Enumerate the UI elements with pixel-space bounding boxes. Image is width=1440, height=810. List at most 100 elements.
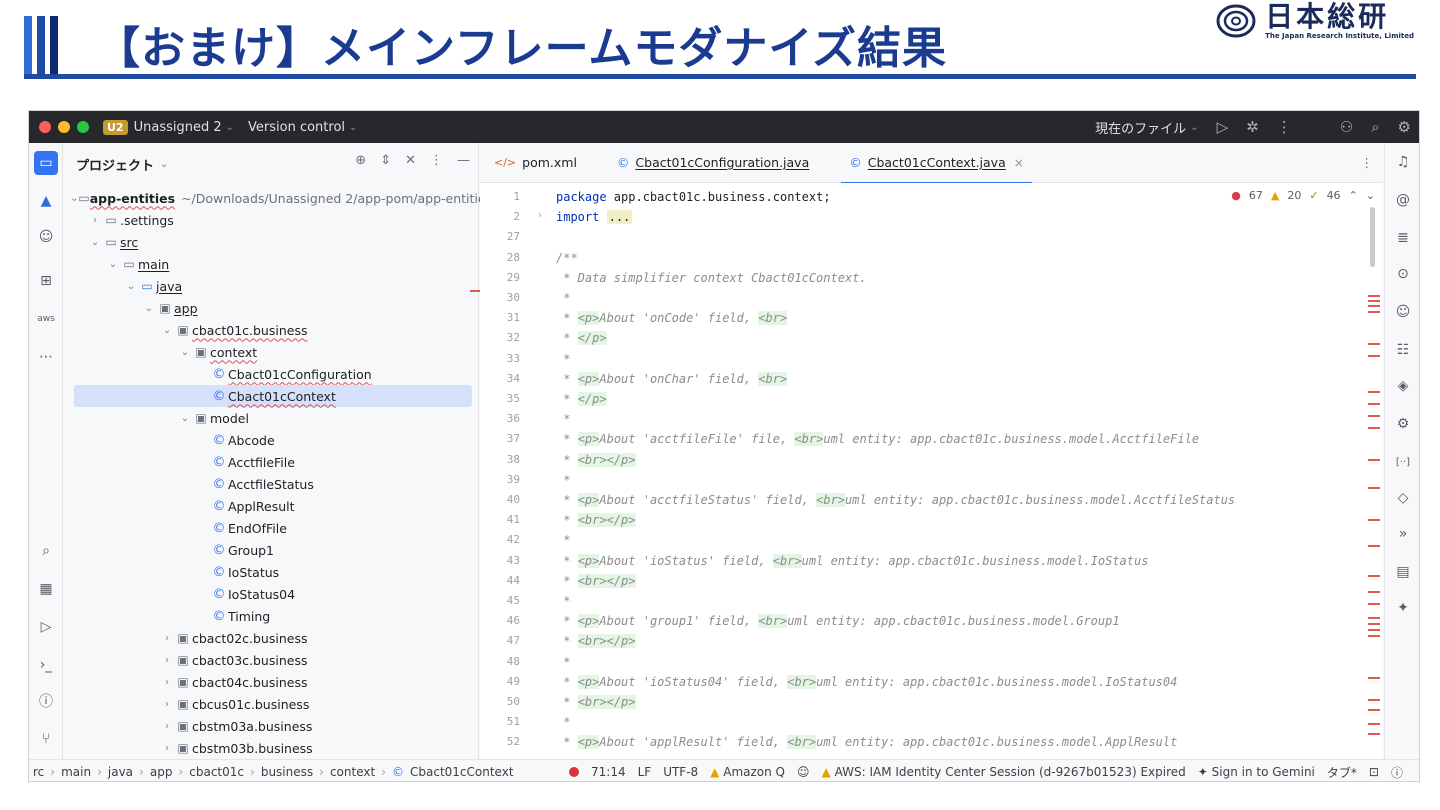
code-line[interactable]: * xyxy=(556,288,570,308)
layers-icon[interactable]: ◈ xyxy=(1392,375,1414,397)
project-tool-icon[interactable]: ▭ xyxy=(34,151,58,175)
error-stripe-mark[interactable] xyxy=(1368,545,1380,547)
error-stripe-mark[interactable] xyxy=(1368,723,1380,725)
tree-item-cbact01cconfiguration[interactable]: © Cbact01cConfiguration xyxy=(64,363,478,385)
tree-item-src[interactable]: ⌄ ▭ src xyxy=(64,231,478,253)
error-stripe-mark[interactable] xyxy=(1368,617,1380,619)
code-line[interactable]: * xyxy=(556,409,570,429)
sparkle-icon[interactable]: ✦ xyxy=(1392,597,1414,619)
error-stripe-mark[interactable] xyxy=(1368,355,1380,357)
bracket-icon[interactable]: [··] xyxy=(1392,451,1414,473)
run-config-selector[interactable]: 現在のファイル ⌄ xyxy=(1095,118,1198,137)
error-stripe-mark[interactable] xyxy=(1368,623,1380,625)
tree-item-class[interactable]: © Group1 xyxy=(64,539,478,561)
database-icon[interactable]: ☷ xyxy=(1392,339,1414,361)
copilot-icon[interactable]: ☺ xyxy=(34,225,58,249)
breadcrumb-item[interactable]: main xyxy=(61,765,91,779)
error-stripe-mark[interactable] xyxy=(1368,487,1380,489)
chevron-up-icon[interactable]: ⌃ xyxy=(1349,189,1358,202)
error-stripe-mark[interactable] xyxy=(1368,699,1380,701)
tree-item-settings[interactable]: › ▭ .settings xyxy=(64,209,478,231)
tree-item-app[interactable]: ⌄ ▣ app xyxy=(64,297,478,319)
code-line[interactable]: * </p> xyxy=(556,328,607,348)
ai-assistant-icon[interactable]: @ xyxy=(1392,189,1414,211)
minimize-window-button[interactable] xyxy=(58,121,70,133)
tree-item-model[interactable]: ⌄ ▣ model xyxy=(64,407,478,429)
debug-icon[interactable]: ✲ xyxy=(1246,118,1259,136)
code-line[interactable]: * <br></p> xyxy=(556,510,636,530)
add-user-icon[interactable]: ⚇ xyxy=(1340,118,1353,136)
tree-item-cbact01c-business[interactable]: ⌄ ▣ cbact01c.business xyxy=(64,319,478,341)
more-actions-icon[interactable]: ⋮ xyxy=(1277,118,1292,136)
error-stripe-mark[interactable] xyxy=(1368,305,1380,307)
project-selector[interactable]: Unassigned 2 ⌄ xyxy=(134,120,234,135)
error-stripe-mark[interactable] xyxy=(1368,459,1380,461)
notifications-icon[interactable]: ♫ xyxy=(1392,151,1414,173)
error-stripe-mark[interactable] xyxy=(1368,575,1380,577)
close-window-button[interactable] xyxy=(39,121,51,133)
gradle-icon[interactable]: ≣ xyxy=(1392,227,1414,249)
code-line[interactable]: * Data simplifier context Cbact01cContex… xyxy=(556,268,866,288)
aws-toolkit-icon[interactable]: ▲ xyxy=(34,189,58,213)
code-line[interactable]: * <p>About 'ioStatus04' field, <br>uml e… xyxy=(556,672,1177,692)
code-line[interactable]: * <p>About 'applResult' field, <br>uml e… xyxy=(556,732,1177,752)
git-icon[interactable]: ⑂ xyxy=(34,727,58,751)
error-stripe-mark[interactable] xyxy=(1368,311,1380,313)
run-icon[interactable]: ▷ xyxy=(1217,118,1229,136)
code-line[interactable]: * <br></p> xyxy=(556,450,636,470)
code-line[interactable]: * <br></p> xyxy=(556,692,636,712)
tree-item-package[interactable]: › ▣ cbact02c.business xyxy=(64,627,478,649)
tabs-more-icon[interactable]: ⋮ xyxy=(1361,155,1374,170)
error-stripe-mark[interactable] xyxy=(1368,295,1380,297)
code-line[interactable]: * <p>About 'onChar' field, <br> xyxy=(556,369,788,389)
error-stripe-mark[interactable] xyxy=(1368,403,1380,405)
code-line[interactable]: * <p>About 'onCode' field, <br> xyxy=(556,308,788,328)
indent-status[interactable]: タブ* xyxy=(1327,764,1357,781)
breadcrumb-item[interactable]: app xyxy=(150,765,173,779)
tab-pom-xml[interactable]: </> pom.xml xyxy=(480,143,591,183)
breadcrumb-item[interactable]: cbact01c xyxy=(189,765,244,779)
code-line[interactable]: * <p>About 'acctfileStatus' field, <br>u… xyxy=(556,490,1235,510)
error-stripe-mark[interactable] xyxy=(1368,343,1380,345)
maximize-window-button[interactable] xyxy=(77,121,89,133)
code-line[interactable]: * xyxy=(556,530,570,550)
error-stripe-mark[interactable] xyxy=(1368,391,1380,393)
tree-item-class[interactable]: © Timing xyxy=(64,605,478,627)
terminal-icon[interactable]: ›_ xyxy=(34,653,58,677)
server-icon[interactable]: ▤ xyxy=(1392,561,1414,583)
tab-cbact01cconfiguration[interactable]: © Cbact01cConfiguration.java xyxy=(603,143,823,183)
search-icon[interactable]: ⌕ xyxy=(1371,118,1379,136)
tree-item-class[interactable]: © IoStatus04 xyxy=(64,583,478,605)
cursor-position[interactable]: 71:14 xyxy=(591,765,626,779)
vcs-selector[interactable]: Version control ⌄ xyxy=(248,120,357,135)
settings-gear-icon[interactable]: ⚙ xyxy=(1398,118,1411,136)
run-tool-icon[interactable]: ▷ xyxy=(34,615,58,639)
collapse-all-icon[interactable]: ✕ xyxy=(405,153,416,168)
tree-item-main[interactable]: ⌄ ▭ main xyxy=(64,253,478,275)
error-stripe-mark[interactable] xyxy=(1368,519,1380,521)
tree-item-class[interactable]: © AcctfileStatus xyxy=(64,473,478,495)
tree-item-package[interactable]: › ▣ cbcus01c.business xyxy=(64,693,478,715)
close-tab-icon[interactable]: × xyxy=(1014,156,1024,170)
fold-chevron-icon[interactable]: › xyxy=(538,210,542,221)
tree-item-class[interactable]: © Abcode xyxy=(64,429,478,451)
tree-item-package[interactable]: › ▣ cbact03c.business xyxy=(64,649,478,671)
locate-icon[interactable]: ⊕ xyxy=(355,153,366,168)
file-encoding[interactable]: UTF-8 xyxy=(663,765,698,779)
code-line[interactable]: * <p>About 'group1' field, <br>uml entit… xyxy=(556,611,1120,631)
tree-item-java[interactable]: ⌄ ▭ java xyxy=(64,275,478,297)
project-panel-header[interactable]: プロジェクト ⌄ xyxy=(76,155,168,174)
tab-cbact01ccontext[interactable]: © Cbact01cContext.java × xyxy=(835,143,1038,184)
breadcrumb-item[interactable]: business xyxy=(261,765,313,779)
tree-item-cbact01ccontext[interactable]: © Cbact01cContext xyxy=(74,385,472,407)
tree-item-class[interactable]: © AcctfileFile xyxy=(64,451,478,473)
breadcrumb-item[interactable]: java xyxy=(108,765,133,779)
code-line[interactable]: package app.cbact01c.business.context; xyxy=(556,187,831,207)
code-line[interactable]: * <br></p> xyxy=(556,631,636,651)
code-line[interactable]: * xyxy=(556,470,570,490)
gemini-status[interactable]: ✦ Sign in to Gemini xyxy=(1198,765,1315,779)
copilot-status-icon[interactable]: ☺ xyxy=(797,765,810,779)
options-icon[interactable]: ⋮ xyxy=(430,153,443,168)
code-icon[interactable]: ◇ xyxy=(1392,487,1414,509)
code-line[interactable]: * xyxy=(556,591,570,611)
